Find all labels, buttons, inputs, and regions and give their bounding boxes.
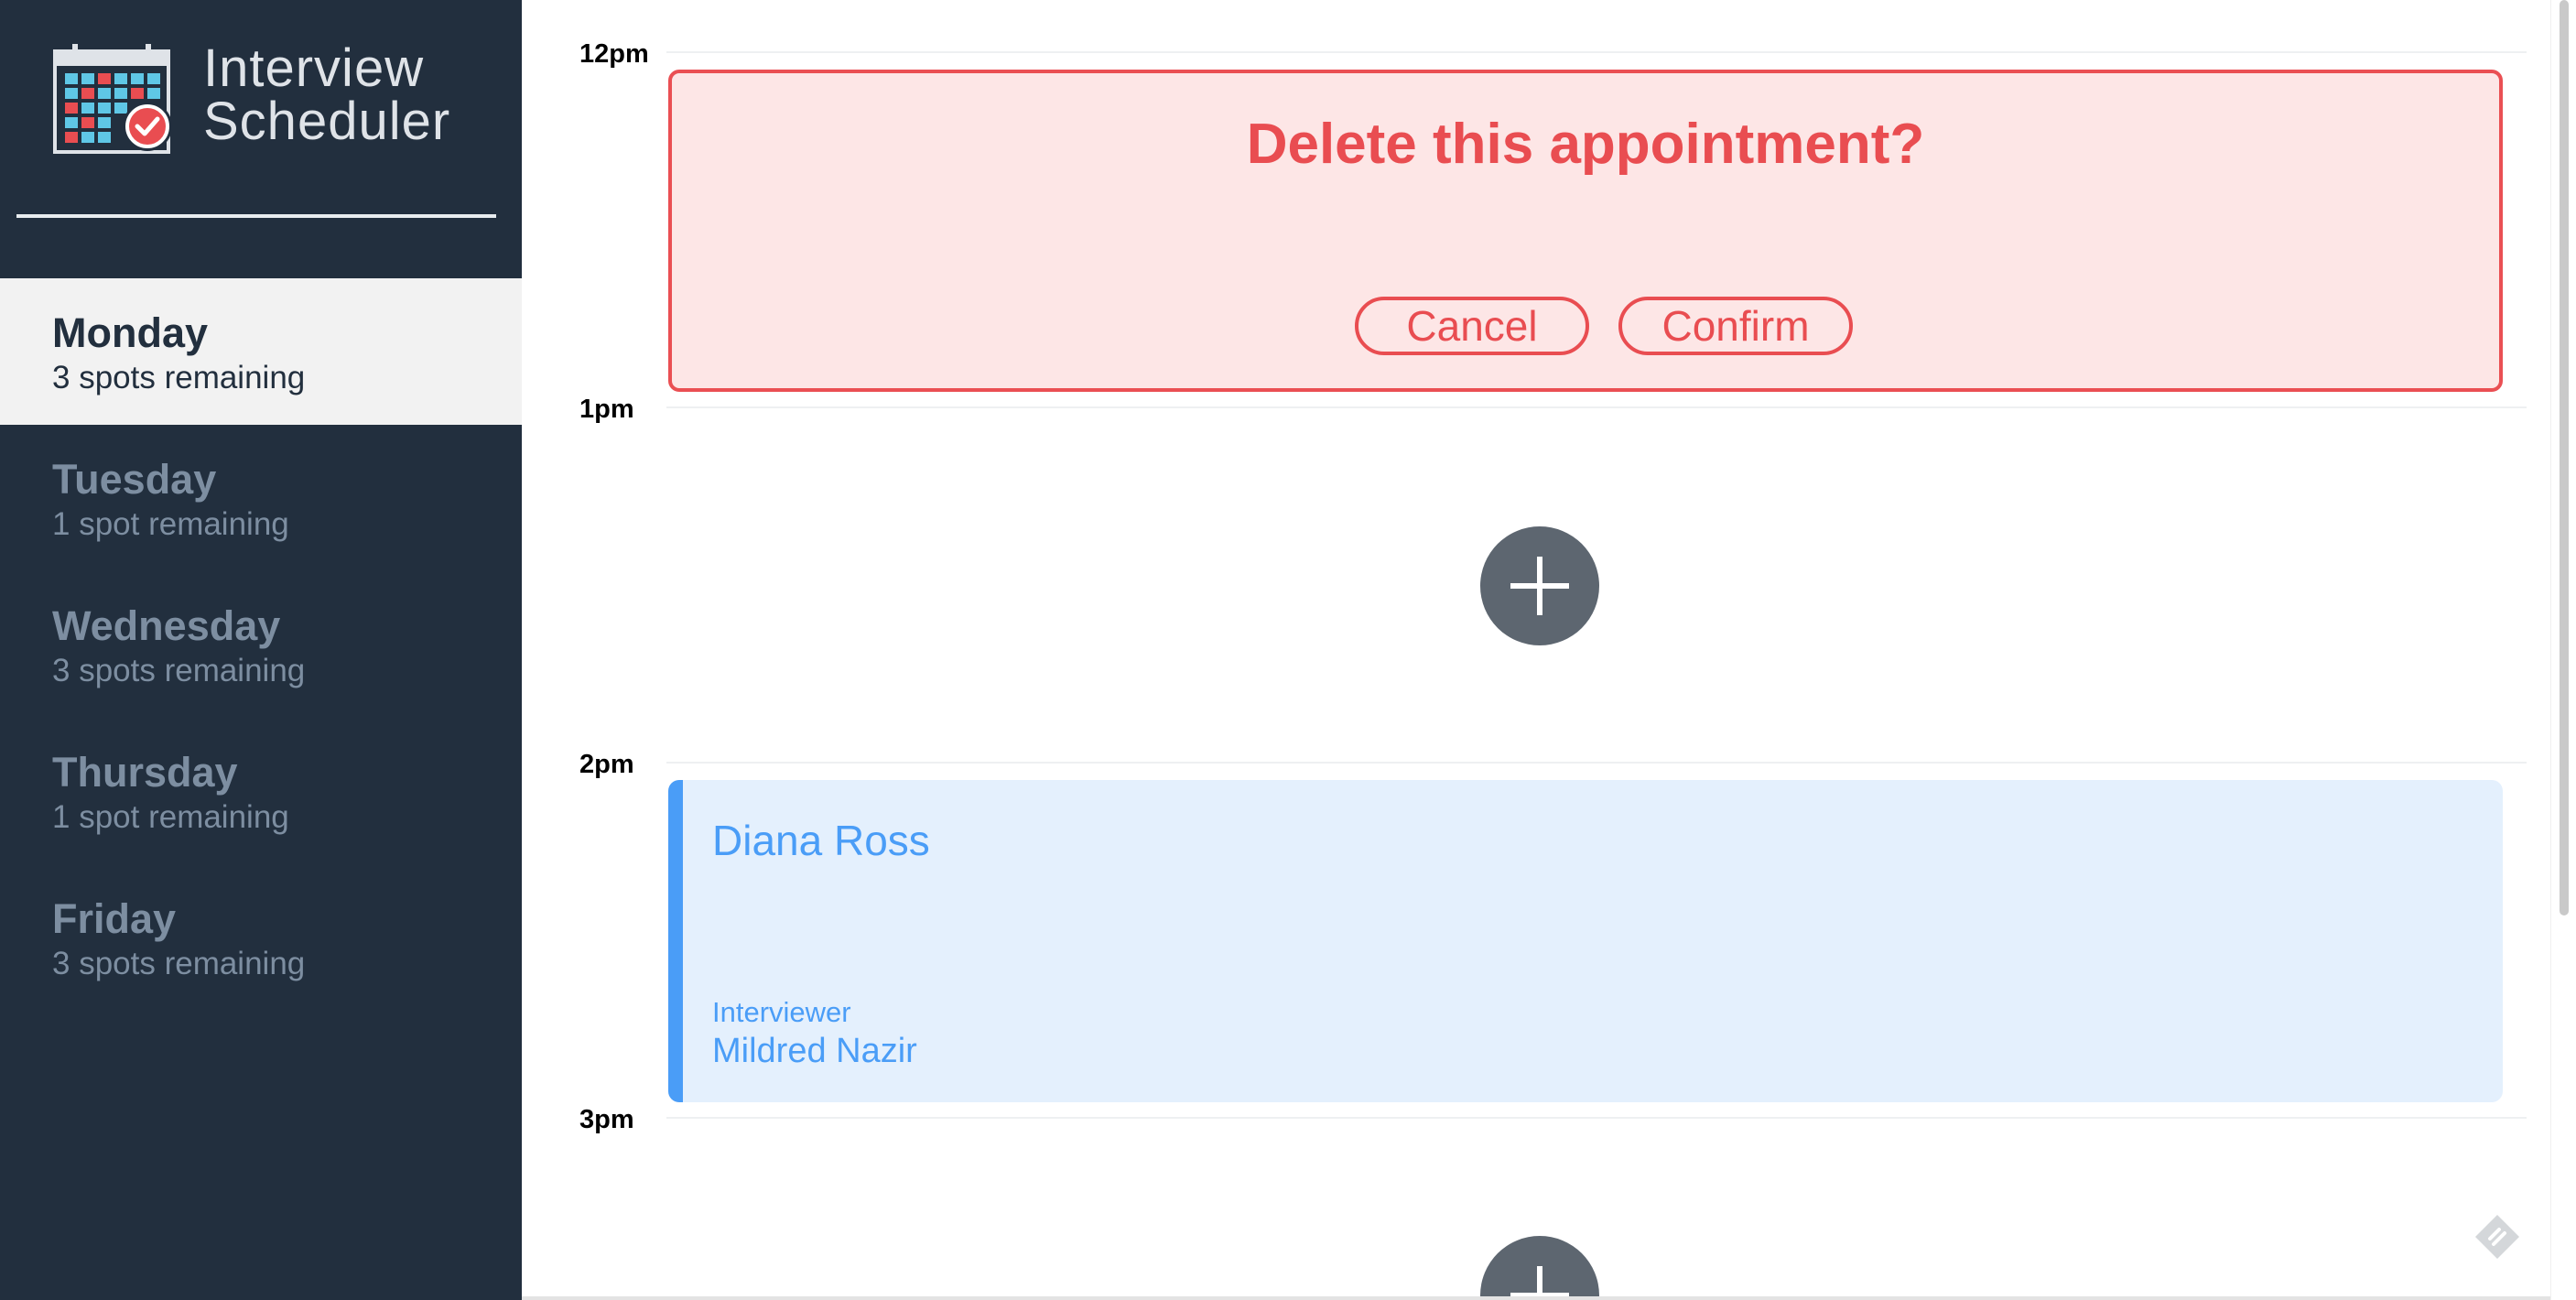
app-title-line-2: Scheduler bbox=[203, 92, 451, 151]
day-item-friday[interactable]: Friday 3 spots remaining bbox=[0, 864, 522, 1011]
scrollbar[interactable] bbox=[2550, 0, 2576, 1300]
app-title: Interview Scheduler bbox=[203, 42, 505, 148]
confirm-actions: Cancel Confirm bbox=[672, 297, 2499, 355]
time-label-3pm: 3pm bbox=[579, 1105, 634, 1134]
day-spots-remaining: 3 spots remaining bbox=[52, 653, 306, 688]
viewport-bottom-edge bbox=[522, 1296, 2576, 1300]
day-spots-remaining: 3 spots remaining bbox=[52, 946, 306, 981]
time-label-12pm: 12pm bbox=[579, 39, 649, 69]
hour-separator bbox=[666, 406, 2527, 408]
schedule: 12pm Delete this appointment? Cancel Con… bbox=[522, 0, 2576, 1300]
time-label-2pm: 2pm bbox=[579, 750, 634, 779]
confirm-button[interactable]: Confirm bbox=[1618, 297, 1853, 355]
appointment-card[interactable]: Diana Ross Interviewer Mildred Nazir bbox=[668, 780, 2503, 1102]
app-root: Interview Scheduler Monday 3 spots remai… bbox=[0, 0, 2576, 1300]
hour-separator bbox=[666, 762, 2527, 764]
day-name: Tuesday bbox=[52, 456, 217, 503]
interviewer-name: Mildred Nazir bbox=[712, 1032, 917, 1070]
add-appointment-button[interactable] bbox=[1480, 526, 1599, 645]
add-appointment-button[interactable] bbox=[1480, 1236, 1599, 1300]
calendar-check-icon bbox=[53, 44, 172, 154]
hour-separator bbox=[666, 1117, 2527, 1119]
day-item-tuesday[interactable]: Tuesday 1 spot remaining bbox=[0, 425, 522, 571]
delete-confirmation: Delete this appointment? Cancel Confirm bbox=[668, 70, 2503, 392]
feedback-icon[interactable] bbox=[2472, 1211, 2523, 1262]
day-item-monday[interactable]: Monday 3 spots remaining bbox=[0, 278, 522, 425]
day-spots-remaining: 1 spot remaining bbox=[52, 799, 289, 835]
day-name: Friday bbox=[52, 895, 177, 942]
time-label-1pm: 1pm bbox=[579, 395, 634, 424]
day-item-thursday[interactable]: Thursday 1 spot remaining bbox=[0, 718, 522, 864]
day-name: Wednesday bbox=[52, 602, 281, 649]
scrollbar-thumb[interactable] bbox=[2560, 0, 2569, 915]
day-spots-remaining: 1 spot remaining bbox=[52, 506, 289, 542]
sidebar-divider bbox=[16, 214, 496, 218]
day-spots-remaining: 3 spots remaining bbox=[52, 360, 306, 395]
confirm-message: Delete this appointment? bbox=[1246, 113, 1925, 176]
hour-separator bbox=[666, 51, 2527, 53]
day-name: Thursday bbox=[52, 749, 238, 796]
appointment-accent-bar bbox=[668, 780, 683, 1102]
day-item-wednesday[interactable]: Wednesday 3 spots remaining bbox=[0, 571, 522, 718]
app-title-line-1: Interview bbox=[203, 38, 425, 98]
cancel-button[interactable]: Cancel bbox=[1355, 297, 1589, 355]
sidebar: Interview Scheduler Monday 3 spots remai… bbox=[0, 0, 522, 1300]
day-name: Monday bbox=[52, 309, 209, 356]
student-name: Diana Ross bbox=[712, 817, 930, 864]
day-list: Monday 3 spots remaining Tuesday 1 spot … bbox=[0, 278, 522, 1011]
interviewer-label: Interviewer bbox=[712, 996, 851, 1028]
